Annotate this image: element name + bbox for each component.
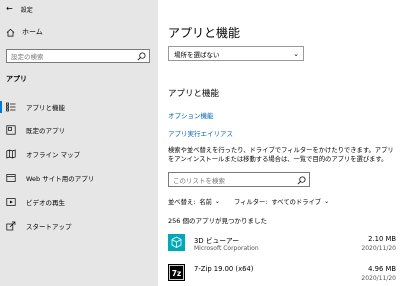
home-icon <box>6 28 15 36</box>
filter-label: フィルター: <box>233 199 268 206</box>
home-link[interactable]: ホーム <box>6 27 43 37</box>
app-name: 7-Zip 19.00 (x64) <box>194 265 254 273</box>
app-execution-alias-link[interactable]: アプリ実行エイリアス <box>168 128 233 138</box>
home-label: ホーム <box>22 28 43 36</box>
website-apps-icon <box>6 174 16 182</box>
sidebar-item-offline-maps[interactable]: オフライン マップ <box>0 143 158 165</box>
back-arrow-icon[interactable]: ← <box>6 5 13 13</box>
apps-found-count: 256 個のアプリが見つかりました <box>168 217 267 225</box>
app-list-item[interactable]: 7z 7-Zip 19.00 (x64) 4.96 MB 2020/11/20 <box>168 263 398 286</box>
sort-filter-bar: 並べ替え: 名前 ⌄ フィルター: すべてのドライブ ⌄ <box>168 197 343 206</box>
list-search-placeholder: このリストを検索 <box>173 176 225 185</box>
sidebar-item-label: スタートアップ <box>26 223 72 231</box>
app-name: 3D ビューアー <box>194 237 240 245</box>
window-title: 設定 <box>20 6 33 14</box>
app-size: 2.10 MB <box>368 235 396 243</box>
optional-features-link[interactable]: オプション機能 <box>168 110 214 120</box>
settings-search-input[interactable]: 設定の検索 <box>6 49 150 63</box>
search-icon[interactable] <box>137 52 146 61</box>
dropdown-value: 場所を選ばない <box>174 50 220 59</box>
sidebar-item-default-apps[interactable]: 既定のアプリ <box>0 119 158 141</box>
sidebar-item-label: 既定のアプリ <box>26 127 65 135</box>
startup-icon <box>6 221 16 231</box>
main-content: アプリと機能 場所を選ばない ⌄ アプリと機能 オプション機能 アプリ実行エイリ… <box>158 0 400 286</box>
7zip-icon: 7z <box>168 264 185 281</box>
app-list-item[interactable]: 3D ビューアー Microsoft Corporation 2.10 MB 2… <box>168 233 398 257</box>
sidebar: ← 設定 ホーム 設定の検索 アプリ アプリと機能 既定のアプリ オフライン マ… <box>0 0 158 286</box>
section-title: アプリと機能 <box>168 89 220 99</box>
app-size: 4.96 MB <box>368 265 396 273</box>
sidebar-item-startup[interactable]: スタートアップ <box>0 215 158 237</box>
3d-viewer-icon <box>168 234 185 251</box>
sort-value: 名前 <box>199 199 212 206</box>
sidebar-item-website-apps[interactable]: Web サイト用のアプリ <box>0 167 158 189</box>
sidebar-item-label: ビデオの再生 <box>26 199 65 207</box>
chevron-down-icon: ⌄ <box>293 50 299 58</box>
app-publisher: Microsoft Corporation <box>194 245 259 252</box>
default-apps-icon <box>6 125 16 135</box>
section-label-apps: アプリ <box>6 75 27 83</box>
chevron-down-icon: ⌄ <box>214 198 220 205</box>
chevron-down-icon: ⌄ <box>324 198 330 205</box>
settings-search-placeholder: 設定の検索 <box>11 53 44 61</box>
app-date: 2020/11/20 <box>361 275 396 282</box>
sort-label: 並べ替え: <box>168 199 196 206</box>
description-text: 検索や並べ替えを行ったり、ドライブでフィルターをかけたりできます。アプリをアンイ… <box>168 147 394 163</box>
page-title: アプリと機能 <box>168 26 241 40</box>
sidebar-item-label: アプリと機能 <box>26 104 65 112</box>
app-date: 2020/11/20 <box>361 245 396 252</box>
location-dropdown[interactable]: 場所を選ばない ⌄ <box>168 46 304 61</box>
filter-dropdown[interactable]: フィルター: すべてのドライブ ⌄ <box>234 197 329 206</box>
app-list-search-input[interactable]: このリストを検索 <box>168 172 310 187</box>
search-icon[interactable] <box>297 176 306 185</box>
title-bar: ← 設定 <box>6 4 33 14</box>
sidebar-item-label: Web サイト用のアプリ <box>26 175 95 183</box>
sidebar-item-apps-features[interactable]: アプリと機能 <box>0 96 158 118</box>
svg-text:7z: 7z <box>172 269 182 278</box>
apps-list-icon <box>6 102 16 112</box>
sort-dropdown[interactable]: 並べ替え: 名前 ⌄ <box>168 197 220 206</box>
sidebar-item-label: オフライン マップ <box>26 151 81 159</box>
sidebar-item-video-playback[interactable]: ビデオの再生 <box>0 191 158 213</box>
filter-value: すべてのドライブ <box>271 199 322 206</box>
video-playback-icon <box>6 198 16 206</box>
offline-map-icon <box>6 149 16 159</box>
